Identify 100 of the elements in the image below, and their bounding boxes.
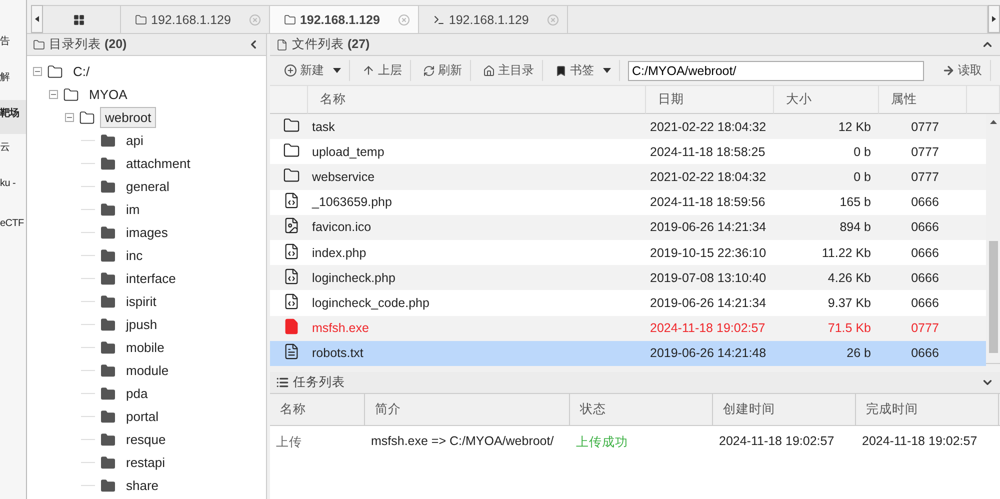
tree-item[interactable]: webroot (100, 107, 156, 128)
folder-icon (100, 316, 116, 332)
file-name: webservice (311, 170, 376, 184)
collapse-toggle-icon[interactable] (33, 67, 42, 76)
file-date: 2021-02-22 18:04:32 (649, 170, 768, 184)
folder-icon (63, 86, 79, 102)
background-text: 云 (0, 141, 11, 155)
task-status: 上传成功 (575, 434, 629, 451)
column-header[interactable]: 日期 (646, 86, 774, 114)
tree-item[interactable]: attachment (121, 153, 196, 174)
tree-item[interactable]: module (121, 360, 174, 381)
file-row[interactable]: webservice 2021-02-22 18:04:32 0 b 0777 (270, 164, 986, 190)
column-header[interactable]: 名称 (270, 394, 365, 426)
scroll-left-button[interactable] (31, 5, 43, 33)
file-row[interactable]: favicon.ico 2019-06-26 14:21:34 894 b 0666 (270, 214, 986, 240)
panel-title: 任务列表 (293, 374, 346, 391)
close-icon (398, 14, 410, 26)
tree-item[interactable]: C:/ (68, 61, 95, 82)
file-icon (276, 38, 288, 50)
triangle-right-icon (992, 16, 996, 22)
scrollbar[interactable] (986, 114, 1000, 363)
refresh-icon (423, 64, 435, 76)
arrow-right-icon (942, 64, 955, 77)
file-attribute: 0666 (910, 296, 940, 310)
folder-icon (79, 110, 95, 126)
toolbar-button[interactable]: 上层 (354, 60, 411, 81)
code-file-icon (282, 268, 300, 285)
background-text: ku - (0, 177, 16, 191)
column-header[interactable]: 简介 (365, 394, 570, 426)
file-size: 4.26 Kb (826, 270, 872, 285)
tree-item[interactable]: mobile (121, 337, 170, 358)
tree-item[interactable]: resque (121, 429, 171, 450)
file-attribute: 0666 (910, 195, 940, 210)
tree-item[interactable]: MYOA (84, 84, 132, 105)
tree-item[interactable]: images (121, 222, 173, 243)
folder-icon (100, 156, 116, 172)
toolbar-button[interactable]: 刷新 (415, 60, 471, 81)
background-text: 靶场 (0, 100, 26, 134)
tree-item[interactable]: api (121, 130, 148, 151)
toolbar-button[interactable]: 新建 (276, 60, 350, 81)
column-header[interactable]: 大小 (774, 86, 879, 114)
file-size: 894 b (838, 220, 872, 234)
column-header[interactable]: 属性 (879, 86, 967, 114)
tab[interactable]: 192.168.1.129 (270, 5, 419, 33)
collapse-toggle-icon[interactable] (49, 90, 58, 99)
tree-item[interactable]: inc (121, 245, 148, 266)
folder-icon (100, 178, 116, 194)
folder-icon (100, 432, 116, 448)
grid-tab[interactable] (43, 5, 121, 33)
column-header[interactable]: 创建时间 (713, 394, 856, 426)
file-row[interactable]: msfsh.exe 2024-11-18 19:02:57 71.5 Kb 0777 (270, 316, 986, 341)
tree-item[interactable]: pda (121, 383, 153, 404)
file-name: favicon.ico (311, 220, 372, 234)
file-date: 2024-11-18 18:58:25 (649, 144, 766, 159)
file-size: 11.22 Kb (820, 246, 872, 260)
tree-item[interactable]: portal (121, 406, 164, 427)
panel-title: 文件列表 (27) (292, 36, 371, 53)
tab[interactable]: 192.168.1.129 (121, 5, 270, 33)
file-date: 2024-11-18 18:59:56 (649, 195, 766, 210)
tab[interactable]: 192.168.1.129 (418, 5, 568, 33)
image-file-icon (282, 217, 300, 234)
tree-item[interactable]: restapi (121, 452, 170, 473)
tree-item[interactable]: share (121, 475, 164, 496)
folder-icon (100, 132, 116, 148)
file-row[interactable]: robots.txt 2019-06-26 14:21:48 26 b 0666 (270, 340, 986, 366)
column-header[interactable]: 名称 (308, 86, 646, 114)
folder-icon (135, 14, 147, 26)
file-name: upload_temp (311, 144, 386, 159)
toolbar-button[interactable]: 书签 (547, 60, 620, 81)
panel-title: 目录列表 (20) (49, 36, 128, 53)
scroll-right-button[interactable] (988, 5, 1000, 33)
file-row[interactable]: task 2021-02-22 18:04:32 12 Kb 0777 (270, 114, 986, 140)
tree-item[interactable]: jpush (121, 314, 162, 335)
file-icon (282, 318, 300, 336)
file-date: 2019-10-15 22:36:10 (649, 246, 768, 260)
file-size: 12 Kb (837, 120, 872, 134)
background-text: 解 (0, 71, 11, 85)
bookmark-icon (555, 64, 567, 76)
file-name: msfsh.exe (311, 321, 370, 336)
read-button[interactable]: 读取 (934, 60, 991, 81)
collapse-toggle-icon[interactable] (65, 113, 74, 122)
folder-icon (282, 116, 300, 134)
close-icon (546, 14, 559, 26)
terminal-icon (432, 14, 445, 26)
file-attribute: 0666 (910, 220, 940, 234)
folder-icon (100, 270, 116, 286)
file-date: 2019-06-26 14:21:48 (649, 346, 768, 360)
column-header[interactable]: 完成时间 (856, 394, 999, 426)
column-header[interactable]: 状态 (570, 394, 713, 426)
tree-item[interactable]: ispirit (121, 291, 162, 312)
tree-item[interactable]: interface (121, 268, 181, 289)
tree-item[interactable]: im (121, 199, 145, 220)
toolbar-button[interactable]: 主目录 (475, 60, 543, 81)
file-row[interactable]: logincheck.php 2019-07-08 13:10:40 4.26 Kb 0666 (270, 265, 986, 290)
background-text: eCTF (0, 217, 25, 231)
tree-item[interactable]: general (121, 176, 174, 197)
folder-icon (100, 248, 116, 264)
path-field[interactable]: C:/MYOA/webroot/ (628, 60, 924, 80)
file-attribute: 0777 (910, 321, 940, 336)
file-attribute: 0666 (910, 270, 940, 285)
